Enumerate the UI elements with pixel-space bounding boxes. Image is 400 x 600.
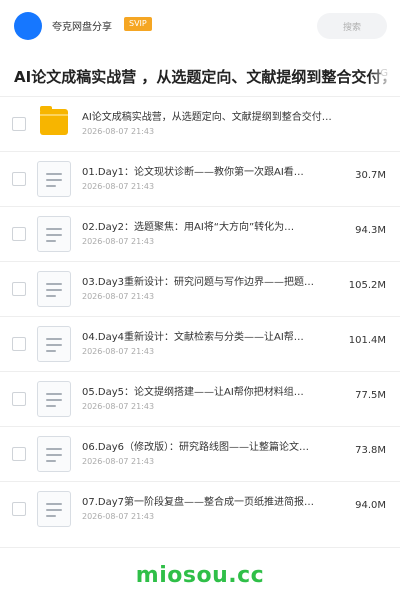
file-name[interactable]: 02.Day2：选题聚焦：用AI将“大方向”转化为… <box>82 218 342 233</box>
file-row[interactable]: 06.Day6（修改版）：研究路线图——让整篇论文… 2026-08-07 21:… <box>0 426 400 481</box>
file-row[interactable]: 01.Day1：论文现状诊断——教你第一次跟AI看… 2026-08-07 21:… <box>0 151 400 206</box>
search-placeholder: 搜索 <box>342 23 361 33</box>
search-input[interactable]: 搜索 <box>317 13 387 39</box>
file-date: 2026-08-07 21:43 <box>82 512 155 521</box>
watermark: miosou.cc <box>135 563 265 588</box>
folder-icon <box>40 106 68 135</box>
file-name[interactable]: 04.Day4重新设计：文献检索与分类——让AI帮… <box>82 328 342 343</box>
file-date: 2026-08-07 21:43 <box>82 347 155 356</box>
document-icon <box>37 326 71 362</box>
file-date: 2026-08-07 21:43 <box>82 237 155 246</box>
document-icon <box>37 161 71 197</box>
file-size: 94.3M <box>355 225 386 236</box>
file-size: 30.7M <box>355 170 386 181</box>
page-title: AI论文成稿实战营 ，从选题定向、文献提纲到整合交付，2 <box>14 68 400 86</box>
select-checkbox[interactable] <box>12 502 26 516</box>
file-date: 2026-08-07 21:43 <box>82 292 155 301</box>
list-divider <box>0 547 400 548</box>
file-row[interactable]: AI论文成稿实战营，从选题定向、文献提纲到整合交付… 2026-08-07 21:… <box>0 96 400 151</box>
select-checkbox[interactable] <box>12 447 26 461</box>
document-icon <box>37 271 71 307</box>
select-checkbox[interactable] <box>12 172 26 186</box>
select-checkbox[interactable] <box>12 282 26 296</box>
file-name[interactable]: 07.Day7第一阶段复盘——整合成一页纸推进简报… <box>82 493 342 508</box>
header-bar: 夸克网盘分享 SVIP 搜索 <box>0 0 400 52</box>
file-size: 101.4M <box>348 335 386 346</box>
document-icon <box>37 491 71 527</box>
file-date: 2026-08-07 21:43 <box>82 182 155 191</box>
file-name[interactable]: 03.Day3重新设计：研究问题与写作边界——把题… <box>82 273 342 288</box>
file-name[interactable]: 01.Day1：论文现状诊断——教你第一次跟AI看… <box>82 163 342 178</box>
file-date: 2026-08-07 21:43 <box>82 457 155 466</box>
avatar[interactable] <box>14 12 42 40</box>
file-list: AI论文成稿实战营，从选题定向、文献提纲到整合交付… 2026-08-07 21:… <box>0 96 400 536</box>
document-icon <box>37 436 71 472</box>
title-ghost-text: G <box>380 68 388 79</box>
file-row[interactable]: 07.Day7第一阶段复盘——整合成一页纸推进简报… 2026-08-07 21:… <box>0 481 400 536</box>
document-icon <box>37 381 71 417</box>
file-row[interactable]: 05.Day5：论文提纲搭建——让AI帮你把材料组… 2026-08-07 21:… <box>0 371 400 426</box>
file-date: 2026-08-07 21:43 <box>82 127 155 136</box>
file-name[interactable]: AI论文成稿实战营，从选题定向、文献提纲到整合交付… <box>82 108 357 123</box>
file-name[interactable]: 06.Day6（修改版）：研究路线图——让整篇论文… <box>82 438 342 453</box>
file-size: 94.0M <box>355 500 386 511</box>
file-row[interactable]: 02.Day2：选题聚焦：用AI将“大方向”转化为… 2026-08-07 21:… <box>0 206 400 261</box>
file-name[interactable]: 05.Day5：论文提纲搭建——让AI帮你把材料组… <box>82 383 342 398</box>
file-date: 2026-08-07 21:43 <box>82 402 155 411</box>
select-checkbox[interactable] <box>12 337 26 351</box>
app-name: 夸克网盘分享 <box>52 22 112 33</box>
file-row[interactable]: 04.Day4重新设计：文献检索与分类——让AI帮… 2026-08-07 21:… <box>0 316 400 371</box>
share-title-bar: AI论文成稿实战营 ，从选题定向、文献提纲到整合交付，2 G <box>0 52 400 96</box>
file-size: 77.5M <box>355 390 386 401</box>
file-size: 105.2M <box>348 280 386 291</box>
svip-badge: SVIP <box>124 17 152 31</box>
select-checkbox[interactable] <box>12 392 26 406</box>
select-checkbox[interactable] <box>12 227 26 241</box>
document-icon <box>37 216 71 252</box>
select-checkbox[interactable] <box>12 117 26 131</box>
file-size: 73.8M <box>355 445 386 456</box>
file-row[interactable]: 03.Day3重新设计：研究问题与写作边界——把题… 2026-08-07 21:… <box>0 261 400 316</box>
